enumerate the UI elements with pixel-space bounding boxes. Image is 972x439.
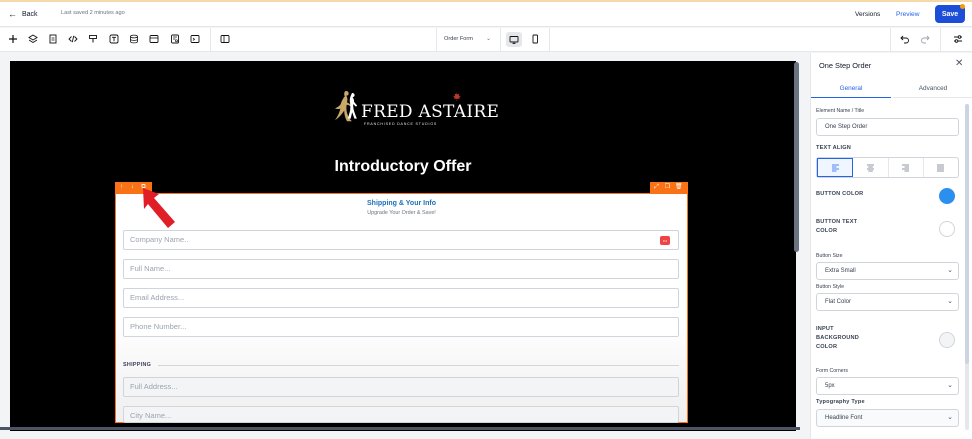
typography-type-label: Typography Type [816,399,865,405]
top-bar: ← Back Last saved 2 minutes ago Versions… [0,2,972,27]
align-right-button[interactable] [889,158,924,177]
toolbar-divider [549,28,550,52]
code-icon[interactable] [67,33,79,45]
full-address-input[interactable]: Full Address... [123,377,679,397]
mobile-icon[interactable] [529,33,541,45]
align-justify-icon [937,164,945,171]
editor-toolbar: Order Form ⌄ [0,28,972,52]
phone-number-input[interactable]: Phone Number... [123,317,679,337]
last-saved-status: Last saved 2 minutes ago [61,10,125,16]
duplicate-icon[interactable]: ❐ [664,184,671,191]
layout-icon[interactable] [148,33,160,45]
layers-icon[interactable] [27,33,39,45]
typography-type-value: Headline Font [825,415,863,421]
terminal-icon[interactable] [189,33,201,45]
plus-icon[interactable] [7,33,19,45]
toolbar-divider [890,28,891,52]
form-corners-value: 5px [825,383,835,389]
element-name-input[interactable]: One Step Order [816,118,959,136]
canvas-vertical-scrollbar[interactable] [794,62,799,252]
shipping-section-label: SHIPPING [123,362,152,368]
back-button[interactable]: ← Back [8,9,38,19]
company-name-input[interactable]: Company Name.. [123,230,679,250]
toolbar-divider [500,28,501,52]
canvas-horizontal-scrollbar[interactable] [0,427,800,430]
chevron-down-icon: ⌄ [947,382,953,389]
annotation-arrow-icon [143,188,175,228]
align-justify-button[interactable] [924,158,958,177]
delete-icon[interactable]: 🗑 [675,184,683,191]
chevron-down-icon[interactable]: ⌄ [486,35,491,42]
form-corners-select[interactable]: 5px ⌄ [816,377,959,395]
align-left-button[interactable] [817,158,854,177]
shipping-divider [158,365,679,366]
typography-type-select[interactable]: Headline Font ⌄ [816,409,959,427]
page-icon[interactable] [47,33,59,45]
form-title: Shipping & Your Info [367,200,436,207]
back-arrow-icon: ← [8,9,17,19]
chevron-down-icon: ⌄ [947,414,953,421]
text-icon[interactable] [108,33,120,45]
paint-roller-icon[interactable] [87,33,99,45]
move-up-icon[interactable]: ↑ [118,184,125,191]
button-size-select[interactable]: Extra Small ⌄ [816,262,959,280]
align-center-icon [866,164,874,171]
align-left-icon [831,164,839,171]
input-background-color-swatch[interactable] [939,332,955,348]
button-text-color-label: BUTTON TEXT COLOR [816,219,858,234]
redo-icon[interactable] [919,33,931,45]
button-style-value: Flat Color [825,299,852,305]
panel-scrollbar-thumb[interactable] [965,104,969,364]
align-center-button[interactable] [853,158,889,177]
panel-title: One Step Order [819,61,872,70]
button-color-label: BUTTON COLOR [816,191,864,197]
undo-icon[interactable] [899,33,911,45]
toolbar-divider [436,28,437,52]
brand-name: FRED ASTAIRE [361,102,500,122]
full-name-input[interactable]: Full Name... [123,259,679,279]
chevron-down-icon: ⌄ [947,267,953,274]
back-label: Back [22,10,38,18]
email-address-input[interactable]: Email Address... [123,288,679,308]
button-style-select[interactable]: Flat Color ⌄ [816,293,959,311]
close-icon[interactable]: ✕ [955,58,963,69]
city-name-input[interactable]: City Name... [123,406,679,423]
align-right-icon [902,164,910,171]
button-style-label: Button Style [816,284,844,290]
settings-toggle-icon[interactable] [952,33,964,45]
input-background-color-label: INPUT BACKGROUND COLOR [816,326,860,350]
element-name-label: Element Name / Title [816,108,865,114]
button-text-color-swatch[interactable] [939,221,955,237]
text-align-label: TEXT ALIGN [816,145,852,151]
move-down-icon[interactable]: ↓ [129,184,136,191]
toolbar-divider [210,28,211,52]
expand-icon[interactable]: ⤢ [653,184,660,191]
page-selector[interactable]: Order Form [444,36,473,42]
form-subtitle: Upgrade Your Order & Save! [367,210,436,216]
tab-advanced[interactable]: Advanced [893,80,972,98]
button-size-value: Extra Small [825,268,856,274]
page-heading[interactable]: Introductory Offer [10,158,796,176]
desktop-view-button[interactable] [506,32,522,47]
toolbar-divider [940,28,941,52]
form-icon[interactable] [169,33,181,45]
button-size-label: Button Size [816,253,843,259]
columns-icon[interactable] [219,33,231,45]
chevron-down-icon: ⌄ [947,298,953,305]
tab-general[interactable]: General [811,80,891,98]
unsaved-indicator-dot [960,4,965,9]
button-color-swatch[interactable] [939,188,955,204]
preview-link[interactable]: Preview [896,11,919,18]
desktop-icon [509,35,519,44]
database-icon[interactable] [128,33,140,45]
form-corners-label: Form Corners [816,368,848,374]
brand-tagline: FRANCHISED DANCE STUDIOS [364,122,438,126]
versions-link[interactable]: Versions [855,11,880,18]
text-align-group [816,157,959,178]
autofill-icon[interactable]: ••• [660,236,670,245]
element-tools-bar: ⤢ ❐ 🗑 [650,182,688,193]
